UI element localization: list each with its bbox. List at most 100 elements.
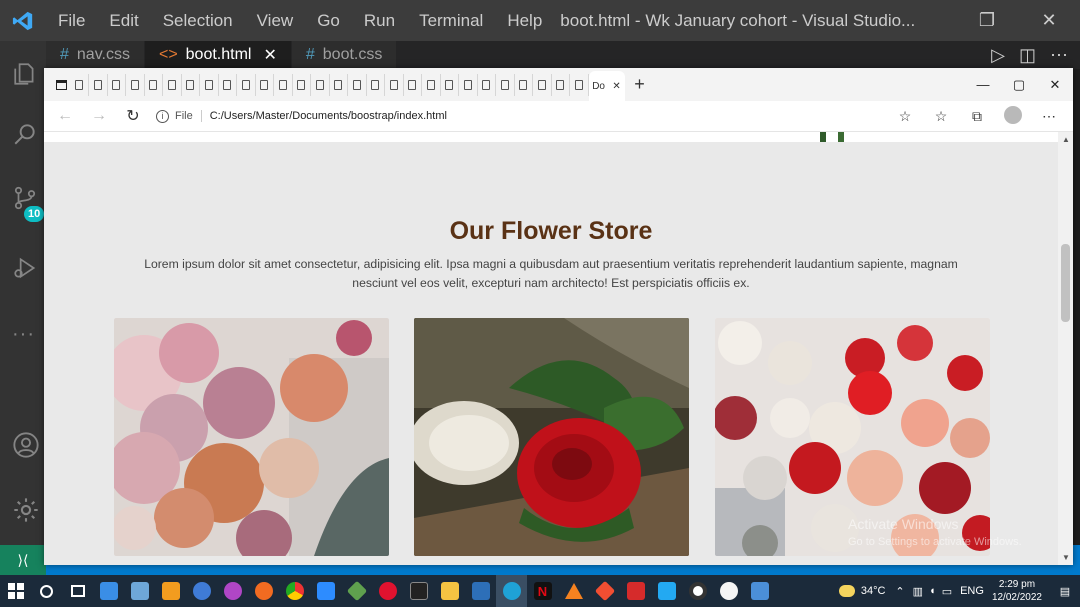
- file-explorer-icon[interactable]: [434, 575, 465, 607]
- editor-tab-boot-css[interactable]: # boot.css: [291, 41, 397, 69]
- run-icon[interactable]: ▷: [991, 45, 1005, 66]
- edge-tab-active[interactable]: Do ✕: [588, 71, 625, 101]
- notes-app-icon[interactable]: [124, 575, 155, 607]
- run-debug-icon[interactable]: [12, 255, 36, 279]
- edge-tab-collapsed[interactable]: [348, 73, 367, 96]
- explorer-icon[interactable]: [12, 61, 36, 85]
- menu-terminal[interactable]: Terminal: [407, 11, 495, 31]
- edge-tab-collapsed[interactable]: [237, 73, 256, 96]
- opera-icon[interactable]: [372, 575, 403, 607]
- refresh-icon[interactable]: ↻: [116, 106, 150, 126]
- network-icon[interactable]: ▥: [913, 585, 923, 598]
- itunes-icon[interactable]: [713, 575, 744, 607]
- settings-more-icon[interactable]: ⋯: [1031, 108, 1067, 125]
- editor-tab-boot-html[interactable]: <> boot.html ✕: [144, 41, 291, 69]
- menu-selection[interactable]: Selection: [151, 11, 245, 31]
- page-scrollbar[interactable]: ▲ ▼: [1058, 132, 1073, 565]
- edge-tab-collapsed[interactable]: [200, 73, 219, 96]
- maximize-icon[interactable]: ▢: [1001, 68, 1037, 101]
- edge-tab-collapsed[interactable]: [385, 73, 404, 96]
- edge-tab-collapsed[interactable]: [311, 73, 330, 96]
- forward-icon[interactable]: →: [82, 107, 116, 125]
- remote-indicator-icon[interactable]: ⟩⟨: [0, 545, 46, 575]
- edge-tab-collapsed[interactable]: [459, 73, 478, 96]
- reader-app-icon[interactable]: [620, 575, 651, 607]
- nodejs-icon[interactable]: [341, 575, 372, 607]
- search-circle-icon[interactable]: [31, 575, 62, 607]
- editor-tab-nav-css[interactable]: # nav.css: [46, 41, 144, 69]
- url-box[interactable]: i File C:/Users/Master/Documents/boostra…: [156, 109, 447, 123]
- split-editor-icon[interactable]: ◫: [1019, 45, 1036, 66]
- edge-tab-collapsed[interactable]: [274, 73, 293, 96]
- more-actions-icon[interactable]: ⋯: [1050, 45, 1068, 66]
- edge-tab-collapsed[interactable]: [367, 73, 385, 96]
- scrollbar-thumb[interactable]: [1061, 244, 1070, 322]
- profile-avatar[interactable]: [995, 106, 1031, 127]
- menu-run[interactable]: Run: [352, 11, 407, 31]
- edge-tab-collapsed[interactable]: [515, 73, 533, 96]
- menu-view[interactable]: View: [245, 11, 306, 31]
- edge-tab-collapsed[interactable]: [182, 73, 200, 96]
- collections-icon[interactable]: ⧉: [959, 108, 995, 125]
- edge-tab-collapsed[interactable]: [570, 73, 589, 96]
- edge-tab-collapsed[interactable]: [533, 73, 552, 96]
- menu-go[interactable]: Go: [305, 11, 352, 31]
- edge-tab-collapsed[interactable]: [422, 73, 441, 96]
- edge-tab-collapsed[interactable]: [163, 73, 182, 96]
- edge-tab-collapsed[interactable]: [108, 73, 126, 96]
- edge-tab-collapsed[interactable]: [126, 73, 145, 96]
- menu-help[interactable]: Help: [495, 11, 554, 31]
- edge-tab-collapsed[interactable]: [71, 73, 89, 96]
- chrome-icon[interactable]: [279, 575, 310, 607]
- vlc-icon[interactable]: [558, 575, 589, 607]
- edge-tab-collapsed[interactable]: [145, 73, 163, 96]
- restore-icon[interactable]: ❐: [956, 0, 1018, 41]
- obs-icon[interactable]: [682, 575, 713, 607]
- task-view-icon[interactable]: [62, 575, 93, 607]
- edge-tab-collapsed[interactable]: [496, 73, 515, 96]
- tab-actions-icon[interactable]: [52, 74, 71, 96]
- more-views-icon[interactable]: ···: [12, 323, 36, 347]
- add-favorite-icon[interactable]: ☆: [887, 108, 923, 125]
- edge-tab-collapsed[interactable]: [404, 73, 422, 96]
- menu-file[interactable]: File: [46, 11, 97, 31]
- zoom-icon[interactable]: [310, 575, 341, 607]
- edge-tab-close-icon[interactable]: ✕: [612, 81, 620, 92]
- search-icon[interactable]: [12, 121, 36, 145]
- weather-temp[interactable]: 34°C: [861, 585, 886, 597]
- edge-icon[interactable]: [496, 575, 527, 607]
- browser-swirl-icon[interactable]: [217, 575, 248, 607]
- scroll-up-arrow-icon[interactable]: ▲: [1062, 135, 1070, 144]
- minimize-icon[interactable]: —: [965, 68, 1001, 101]
- clock[interactable]: 2:29 pm 12/02/2022: [992, 578, 1042, 604]
- battery-icon[interactable]: ▭: [942, 585, 952, 598]
- notifications-icon[interactable]: ▤: [1050, 585, 1080, 598]
- close-icon[interactable]: ✕: [1018, 0, 1080, 41]
- vscode-taskbar-icon[interactable]: [651, 575, 682, 607]
- account-icon[interactable]: [12, 431, 39, 458]
- url-text[interactable]: C:/Users/Master/Documents/boostrap/index…: [210, 110, 447, 122]
- edge-tab-collapsed[interactable]: [293, 73, 311, 96]
- new-tab-icon[interactable]: +: [625, 74, 655, 95]
- menu-edit[interactable]: Edit: [97, 11, 150, 31]
- show-hidden-icons-icon[interactable]: ⌃: [895, 585, 904, 598]
- edge-tab-collapsed[interactable]: [89, 73, 108, 96]
- edge-tab-collapsed[interactable]: [219, 73, 237, 96]
- favorites-icon[interactable]: ☆: [923, 108, 959, 125]
- tab-close-icon[interactable]: ✕: [263, 45, 276, 65]
- edge-tab-collapsed[interactable]: [441, 73, 459, 96]
- close-icon[interactable]: ✕: [1037, 68, 1073, 101]
- terminal-icon[interactable]: [403, 575, 434, 607]
- globe-app-icon[interactable]: [186, 575, 217, 607]
- other-app-icon[interactable]: [744, 575, 775, 607]
- info-icon[interactable]: i: [156, 109, 169, 123]
- language-indicator[interactable]: ENG: [960, 585, 984, 597]
- edge-tab-collapsed[interactable]: [256, 73, 274, 96]
- scroll-down-arrow-icon[interactable]: ▼: [1062, 553, 1070, 562]
- back-icon[interactable]: ←: [48, 107, 82, 125]
- mail-icon[interactable]: [93, 575, 124, 607]
- start-icon[interactable]: [0, 575, 31, 607]
- edge-tab-collapsed[interactable]: [330, 73, 348, 96]
- volume-icon[interactable]: ◖: [929, 585, 936, 597]
- edge-tab-collapsed[interactable]: [552, 73, 570, 96]
